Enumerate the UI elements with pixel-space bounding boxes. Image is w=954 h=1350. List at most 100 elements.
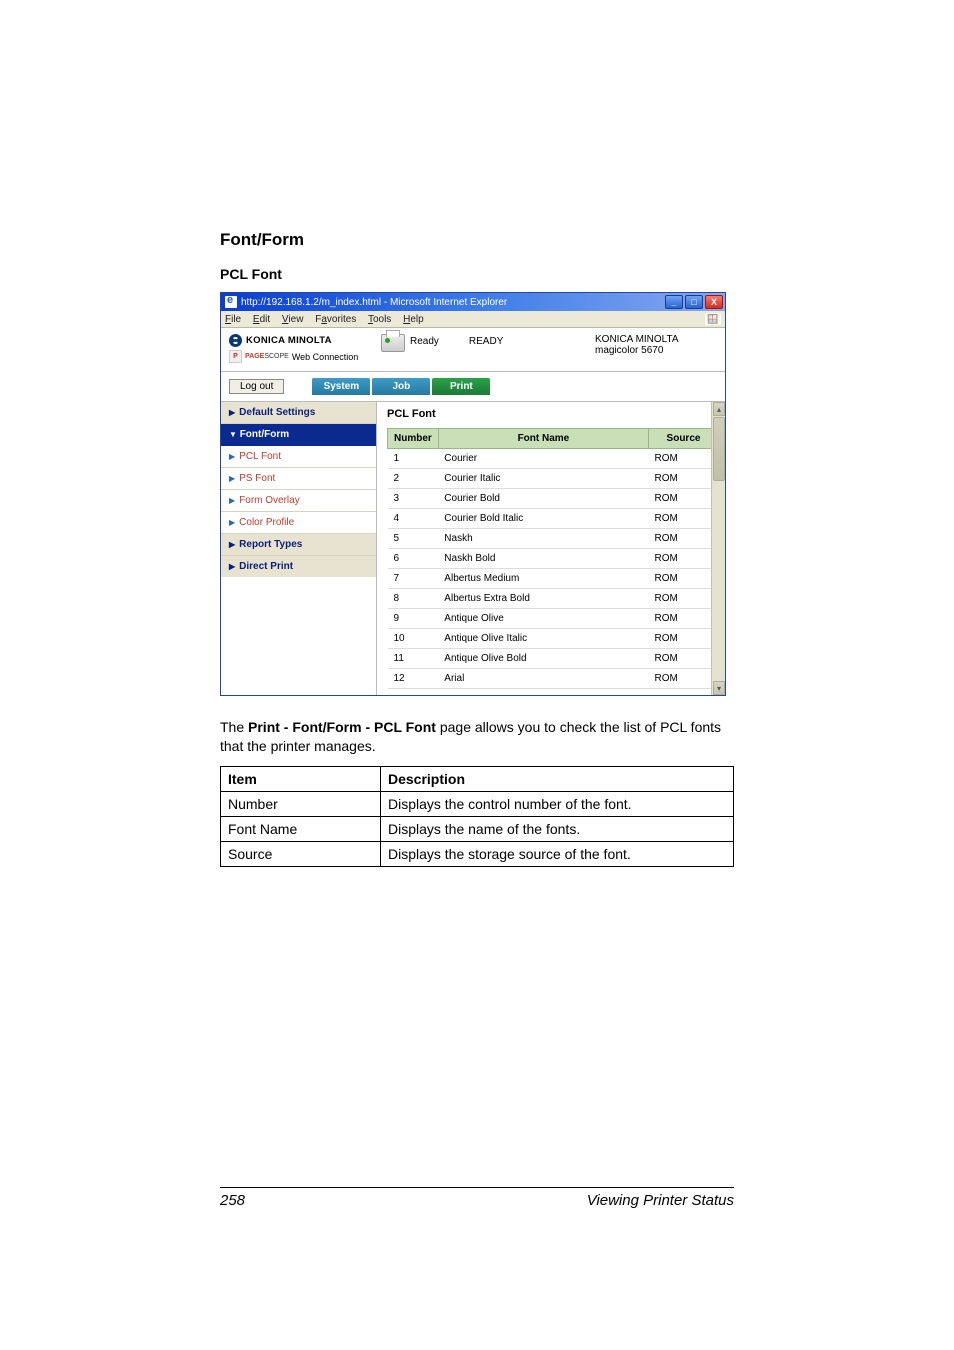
window-titlebar: http://192.168.1.2/m_index.html - Micros… xyxy=(221,293,725,311)
cell-font-name: Courier Italic xyxy=(438,469,648,489)
menu-view[interactable]: View xyxy=(282,314,304,325)
km-logo-icon xyxy=(229,334,242,347)
cell-font-name: Albertus Medium xyxy=(438,569,648,589)
brand-text: KONICA MINOLTA xyxy=(246,335,332,346)
table-row: 1CourierROM xyxy=(388,449,719,469)
menu-edit[interactable]: Edit xyxy=(253,314,270,325)
sidebar-item-label: Default Settings xyxy=(239,407,315,418)
menu-file[interactable]: File xyxy=(225,314,241,325)
pagescope-brand: PAGESCOPE xyxy=(245,353,289,360)
sidebar-item-default-settings[interactable]: ▶ Default Settings xyxy=(221,402,376,424)
tab-job[interactable]: Job xyxy=(372,378,430,395)
sidebar-item-color-profile[interactable]: ▶Color Profile xyxy=(221,512,376,534)
table-row: 11Antique Olive BoldROM xyxy=(388,649,719,669)
page-number: 258 xyxy=(220,1192,245,1209)
cell-source: ROM xyxy=(649,489,719,509)
font-table: Number Font Name Source 1CourierROM2Cour… xyxy=(387,428,719,689)
cell-source: ROM xyxy=(649,649,719,669)
cell-number: 5 xyxy=(388,529,439,549)
main-content: PCL Font Number Font Name Source 1Courie… xyxy=(377,402,725,695)
table-row: SourceDisplays the storage source of the… xyxy=(221,841,734,866)
cell-source: ROM xyxy=(649,569,719,589)
browser-menubar: File Edit View Favorites Tools Help 🪟 xyxy=(221,311,725,328)
sidebar-item-label: Direct Print xyxy=(239,561,293,572)
cell-description: Displays the control number of the font. xyxy=(381,791,734,816)
table-row: 7Albertus MediumROM xyxy=(388,569,719,589)
table-row: 4Courier Bold ItalicROM xyxy=(388,509,719,529)
status-ready-small: Ready xyxy=(410,334,439,347)
menu-help[interactable]: Help xyxy=(403,314,424,325)
table-row: 12ArialROM xyxy=(388,669,719,689)
desc-col-item: Item xyxy=(221,766,381,791)
scroll-up-icon[interactable]: ▴ xyxy=(713,402,725,416)
sidebar-item-label: Form Overlay xyxy=(239,495,300,506)
cell-font-name: Naskh Bold xyxy=(438,549,648,569)
triangle-right-icon: ▶ xyxy=(229,540,235,549)
cell-number: 11 xyxy=(388,649,439,669)
vertical-scrollbar[interactable]: ▴ ▾ xyxy=(711,402,725,695)
page-footer: 258 Viewing Printer Status xyxy=(220,1187,734,1209)
sidebar: ▶Default Settings ▼ Font/Form ▶PCL Font … xyxy=(221,402,377,695)
cell-source: ROM xyxy=(649,589,719,609)
section-heading: Font/Form xyxy=(220,230,734,250)
cell-font-name: Courier xyxy=(438,449,648,469)
sidebar-item-form-overlay[interactable]: ▶ Form Overlay xyxy=(221,490,376,512)
cell-number: 9 xyxy=(388,609,439,629)
cell-source: ROM xyxy=(649,549,719,569)
sidebar-item-label: Font/Form xyxy=(240,429,289,440)
cell-description: Displays the name of the fonts. xyxy=(381,816,734,841)
close-button[interactable]: X xyxy=(705,295,723,309)
minimize-button[interactable]: _ xyxy=(665,295,683,309)
cell-source: ROM xyxy=(649,669,719,689)
scroll-thumb[interactable] xyxy=(713,417,725,481)
app-header: KONICA MINOLTA P PAGESCOPE Web Connectio… xyxy=(221,328,725,372)
triangle-right-icon: ▶ xyxy=(229,474,235,483)
device-brand: KONICA MINOLTA xyxy=(595,334,719,345)
sidebar-item-report-types[interactable]: ▶ Report Types xyxy=(221,534,376,556)
sidebar-item-label: PCL Font xyxy=(239,451,281,462)
description-table: Item Description NumberDisplays the cont… xyxy=(220,766,734,867)
content-title: PCL Font xyxy=(387,408,719,420)
desc-col-description: Description xyxy=(381,766,734,791)
triangle-right-icon: ▶ xyxy=(229,452,235,461)
description-paragraph: The Print - Font/Form - PCL Font page al… xyxy=(220,718,734,756)
cell-source: ROM xyxy=(649,449,719,469)
footer-label: Viewing Printer Status xyxy=(587,1192,734,1209)
table-row: 9Antique OliveROM xyxy=(388,609,719,629)
cell-font-name: Naskh xyxy=(438,529,648,549)
tab-print[interactable]: Print xyxy=(432,378,490,395)
cell-source: ROM xyxy=(649,469,719,489)
sidebar-item-font-form[interactable]: ▼ Font/Form xyxy=(221,424,376,446)
table-row: 3Courier BoldROM xyxy=(388,489,719,509)
cell-font-name: Albertus Extra Bold xyxy=(438,589,648,609)
table-row: NumberDisplays the control number of the… xyxy=(221,791,734,816)
cell-number: 10 xyxy=(388,629,439,649)
cell-item: Source xyxy=(221,841,381,866)
tab-system[interactable]: System xyxy=(312,378,370,395)
cell-font-name: Antique Olive xyxy=(438,609,648,629)
sidebar-item-ps-font[interactable]: ▶PS Font xyxy=(221,468,376,490)
cell-font-name: Courier Bold Italic xyxy=(438,509,648,529)
status-ready-big: READY xyxy=(469,334,503,347)
triangle-right-icon: ▶ xyxy=(229,408,235,417)
cell-number: 2 xyxy=(388,469,439,489)
browser-window: http://192.168.1.2/m_index.html - Micros… xyxy=(220,292,726,696)
menu-tools[interactable]: Tools xyxy=(368,314,391,325)
triangle-right-icon: ▶ xyxy=(229,496,235,505)
sidebar-item-pcl-font[interactable]: ▶ PCL Font xyxy=(221,446,376,468)
cell-font-name: Antique Olive Bold xyxy=(438,649,648,669)
table-row: 5NaskhROM xyxy=(388,529,719,549)
scroll-down-icon[interactable]: ▾ xyxy=(713,681,725,695)
logout-button[interactable]: Log out xyxy=(229,379,284,394)
table-row: 10Antique Olive ItalicROM xyxy=(388,629,719,649)
menu-favorites[interactable]: Favorites xyxy=(315,314,356,325)
printer-icon xyxy=(381,334,405,352)
ie-icon xyxy=(225,296,237,308)
table-row: 2Courier ItalicROM xyxy=(388,469,719,489)
maximize-button[interactable]: □ xyxy=(685,295,703,309)
sidebar-item-direct-print[interactable]: ▶Direct Print xyxy=(221,556,376,577)
sidebar-item-label: Report Types xyxy=(239,539,302,550)
triangle-down-icon: ▼ xyxy=(229,430,237,439)
table-row: Font NameDisplays the name of the fonts. xyxy=(221,816,734,841)
col-header-source: Source xyxy=(649,429,719,449)
